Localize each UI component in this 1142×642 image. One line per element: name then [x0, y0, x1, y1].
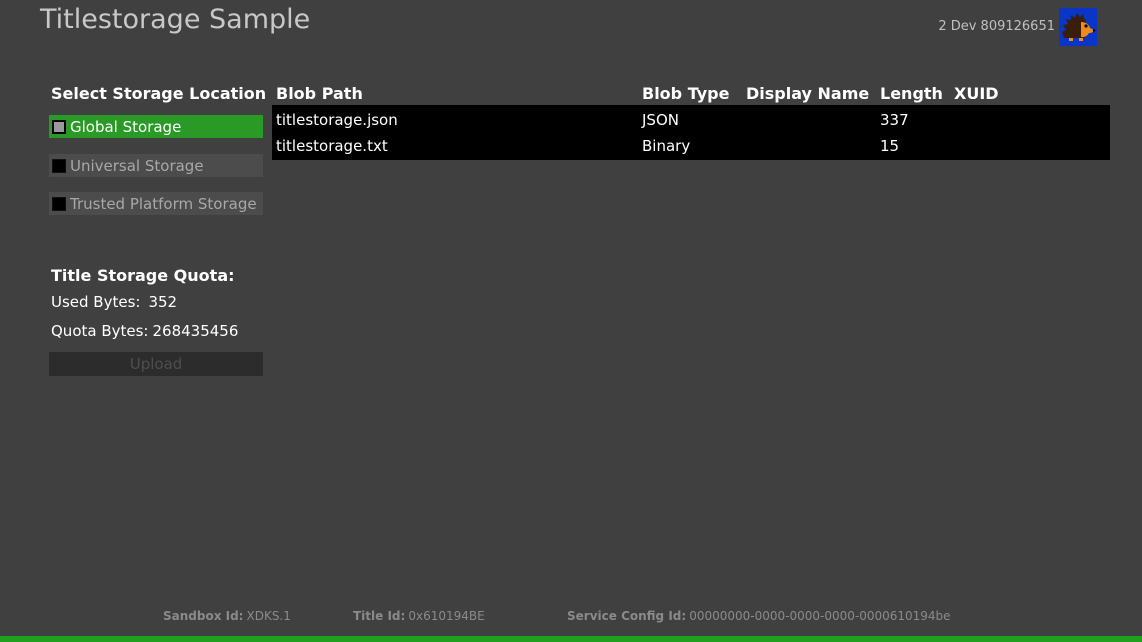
blob-table: titlestorage.json JSON 337 titlestorage.…	[272, 105, 1110, 160]
storage-location-heading: Select Storage Location	[51, 84, 267, 103]
checkbox-icon[interactable]	[52, 158, 66, 173]
quota-heading: Title Storage Quota:	[51, 266, 235, 285]
checkbox-icon[interactable]	[52, 196, 66, 211]
service-config-id-label: Service Config Id:	[567, 609, 687, 623]
column-header-display-name: Display Name	[746, 84, 870, 103]
blob-type-cell: Binary	[642, 137, 691, 155]
checkbox-icon[interactable]	[52, 119, 66, 134]
blob-type-cell: JSON	[642, 111, 679, 129]
table-row[interactable]: titlestorage.txt Binary 15	[272, 133, 1110, 159]
universal-storage-option[interactable]: Universal Storage	[49, 154, 263, 177]
option-label: Trusted Platform Storage	[70, 194, 257, 213]
quota-bytes-value: 268435456	[152, 322, 239, 340]
service-config-id: Service Config Id: 00000000-0000-0000-000…	[567, 609, 951, 623]
blob-path-cell: titlestorage.txt	[276, 137, 388, 155]
quota-bytes-line: Quota Bytes: 268435456	[51, 322, 238, 340]
hedgehog-avatar-icon	[1059, 8, 1097, 46]
sandbox-id-label: Sandbox Id:	[163, 609, 244, 623]
used-bytes-value: 352	[148, 293, 178, 311]
title-id: Title Id: 0x610194BE	[353, 609, 485, 623]
sandbox-id-value: XDKS.1	[246, 609, 291, 623]
quota-bytes-label: Quota Bytes:	[51, 322, 149, 340]
table-row[interactable]: titlestorage.json JSON 337	[272, 107, 1110, 133]
option-label: Global Storage	[70, 117, 182, 136]
column-header-length: Length	[880, 84, 943, 103]
service-config-id-value: 00000000-0000-0000-0000-0000610194be	[689, 609, 951, 623]
gamertag: 2 Dev 809126651	[938, 19, 1055, 34]
title-id-value: 0x610194BE	[408, 609, 485, 623]
length-cell: 15	[880, 137, 900, 155]
used-bytes-label: Used Bytes:	[51, 293, 141, 311]
length-cell: 337	[880, 111, 909, 129]
blob-path-cell: titlestorage.json	[276, 111, 398, 129]
option-label: Universal Storage	[70, 156, 204, 175]
column-header-blob-type: Blob Type	[642, 84, 730, 103]
global-storage-option[interactable]: Global Storage	[49, 115, 263, 138]
hedgehog-icon	[1059, 8, 1097, 46]
column-header-blob-path: Blob Path	[276, 84, 363, 103]
used-bytes-line: Used Bytes: 352	[51, 293, 177, 311]
bottom-accent-bar	[0, 636, 1142, 642]
column-header-xuid: XUID	[954, 84, 999, 103]
sandbox-id: Sandbox Id: XDKS.1	[163, 609, 291, 623]
app-title: Titlestorage Sample	[40, 4, 311, 35]
title-id-label: Title Id:	[353, 609, 406, 623]
trusted-platform-storage-option[interactable]: Trusted Platform Storage	[49, 192, 263, 215]
upload-button[interactable]: Upload	[49, 352, 263, 376]
